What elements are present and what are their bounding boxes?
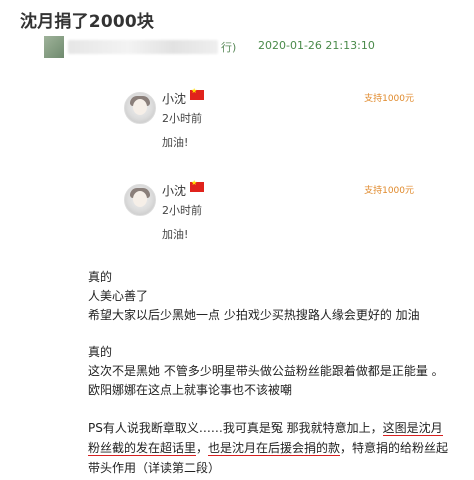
text-line: 这次不是黑她 不管多少明星带头做公益粉丝能跟着做都是正能量 。 xyxy=(88,364,444,378)
text-line: 真的 xyxy=(88,345,113,359)
underlined-text: 也是沈月在后援会捐的款 xyxy=(208,441,341,456)
text-line: 真的 xyxy=(88,270,113,284)
source-suffix: 行) xyxy=(221,41,237,54)
china-flag-icon xyxy=(190,179,204,192)
post-title: 沈月捐了2000块 xyxy=(20,12,155,32)
underlined-text: 粉丝截的发在超话里 xyxy=(88,441,197,456)
avatar[interactable] xyxy=(124,92,156,124)
post-meta: 行) 2020-01-26 21:13:10 xyxy=(44,36,464,58)
text-segment: ， xyxy=(196,441,209,455)
commenter-name[interactable]: 小沈 xyxy=(162,182,186,199)
support-amount: 支持1000元 xyxy=(364,186,414,196)
support-amount: 支持1000元 xyxy=(364,94,414,104)
support-comment-card: 小沈 支持1000元 2小时前 加油! xyxy=(114,86,424,160)
comment-time: 2小时前 xyxy=(162,204,202,217)
text-line: 带头作用（详读第二段） xyxy=(88,461,221,475)
comment-text: 加油! xyxy=(162,228,189,241)
paragraph-2: 真的 这次不是黑她 不管多少明星带头做公益粉丝能跟着做都是正能量 。 欧阳娜娜在… xyxy=(88,343,444,400)
paragraph-3: PS有人说我断章取义……我可真是冤 那我就特意加上，这图是沈月 粉丝截的发在超话… xyxy=(88,418,448,478)
comment-text: 加油! xyxy=(162,136,189,149)
post-timestamp: 2020-01-26 21:13:10 xyxy=(258,39,375,52)
china-flag-icon xyxy=(190,87,204,100)
text-line: 粉丝截的发在超话里，也是沈月在后援会捐的款，特意捐的给粉丝起 xyxy=(88,438,448,458)
text-segment: PS有人说我断章取义……我可真是冤 那我就特意加上， xyxy=(88,421,383,435)
text-line: 希望大家以后少黑她一点 少拍戏少买热搜路人缘会更好的 加油 xyxy=(88,308,420,322)
text-line: 欧阳娜娜在这点上就事论事也不该被嘲 xyxy=(88,383,293,397)
blurred-source-name xyxy=(68,40,218,54)
text-line: PS有人说我断章取义……我可真是冤 那我就特意加上，这图是沈月 xyxy=(88,418,448,438)
comment-time: 2小时前 xyxy=(162,112,202,125)
text-segment: ，特意捐的给粉丝起 xyxy=(340,441,449,455)
underlined-text: 这图是沈月 xyxy=(382,421,443,436)
source-thumbnail xyxy=(44,36,64,58)
text-line: 人美心善了 xyxy=(88,289,149,303)
support-comment-card: 小沈 支持1000元 2小时前 加油! xyxy=(114,178,424,252)
avatar[interactable] xyxy=(124,184,156,216)
commenter-name[interactable]: 小沈 xyxy=(162,90,186,107)
paragraph-1: 真的 人美心善了 希望大家以后少黑她一点 少拍戏少买热搜路人缘会更好的 加油 xyxy=(88,268,420,325)
